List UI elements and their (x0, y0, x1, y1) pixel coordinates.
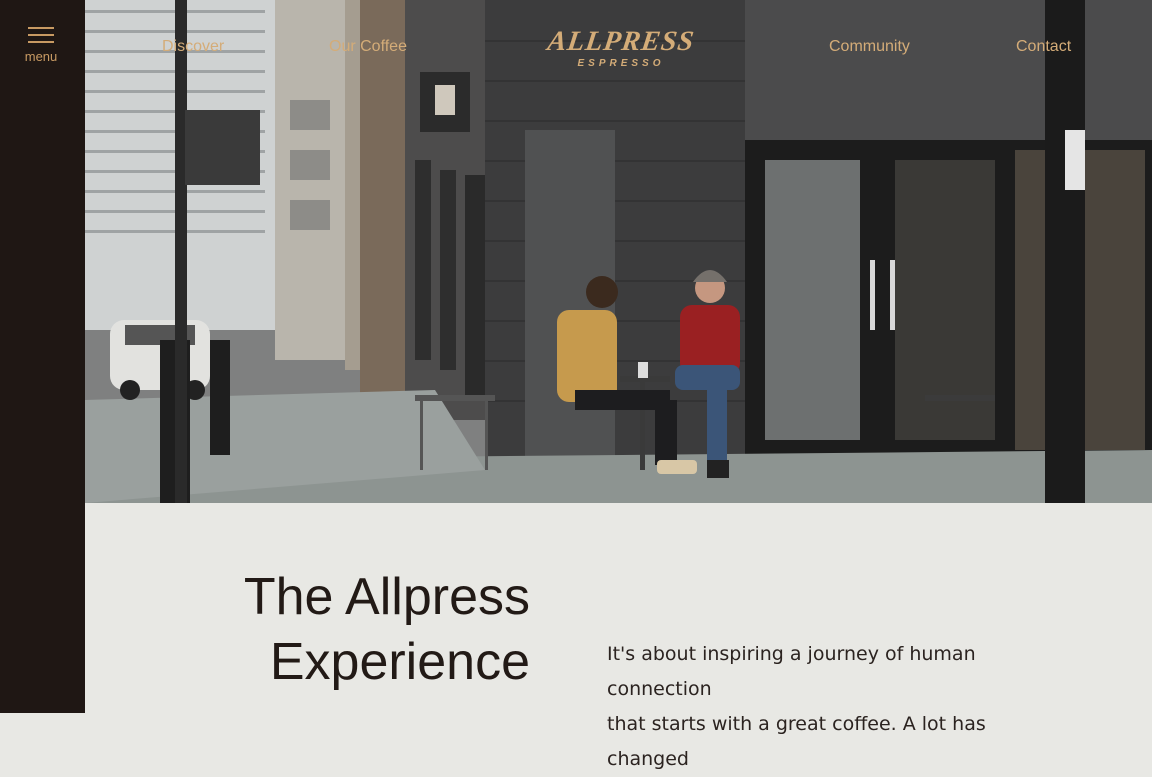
hero-image (85, 0, 1152, 503)
menu-button[interactable]: menu (18, 24, 64, 68)
experience-section: The Allpress Experience It's about inspi… (85, 503, 1152, 770)
nav-link-contact[interactable]: Contact (1016, 38, 1071, 56)
hamburger-icon (28, 27, 54, 45)
allpress-logo[interactable]: ALLPRESS ESPRESSO (540, 26, 702, 74)
section-heading: The Allpress Experience (215, 565, 530, 695)
logo-subtext: ESPRESSO (577, 58, 665, 69)
intro-line-2: that starts with a great coffee. A lot h… (607, 713, 986, 770)
heading-line-1: The Allpress (243, 568, 530, 626)
intro-line-1: It's about inspiring a journey of human … (607, 643, 976, 700)
sidebar: menu (0, 0, 85, 713)
nav-link-our-coffee[interactable]: Our Coffee (329, 38, 407, 56)
nav-link-discover[interactable]: Discover (162, 38, 224, 56)
menu-label: menu (24, 49, 58, 64)
logo-wordmark: ALLPRESS (545, 26, 697, 57)
intro-paragraph: It's about inspiring a journey of human … (607, 637, 1047, 777)
heading-line-2: Experience (269, 633, 530, 691)
nav-link-community[interactable]: Community (829, 38, 910, 56)
